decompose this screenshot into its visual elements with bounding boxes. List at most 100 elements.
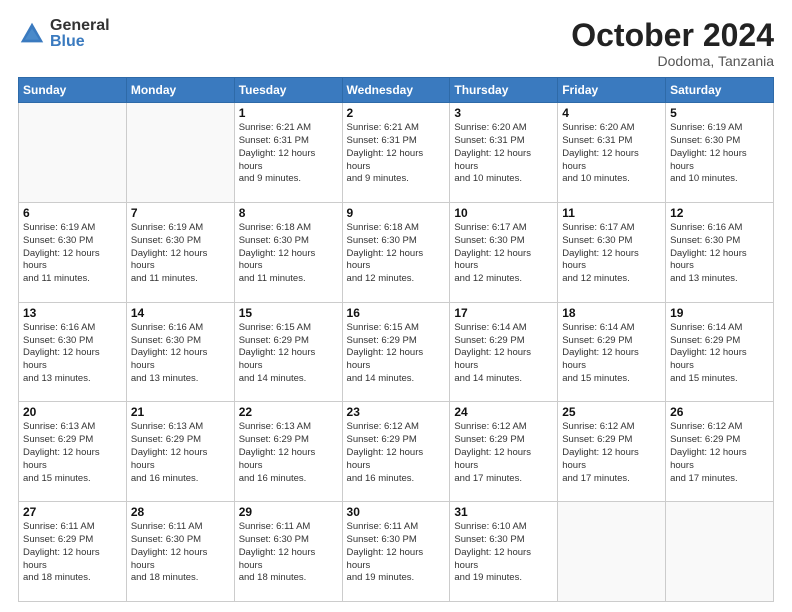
calendar-cell: 22Sunrise: 6:13 AMSunset: 6:29 PMDayligh… [234, 402, 342, 502]
day-number: 9 [347, 206, 446, 220]
daylight-text: Daylight: 12 hours hoursand 10 minutes. [454, 148, 531, 185]
sunset-text: Sunset: 6:29 PM [239, 434, 309, 445]
calendar-cell: 2Sunrise: 6:21 AMSunset: 6:31 PMDaylight… [342, 103, 450, 203]
daylight-text: Daylight: 12 hours hoursand 10 minutes. [562, 148, 639, 185]
sunrise-text: Sunrise: 6:17 AM [454, 222, 526, 233]
sunset-text: Sunset: 6:31 PM [347, 135, 417, 146]
weekday-header-friday: Friday [558, 78, 666, 103]
sunset-text: Sunset: 6:29 PM [23, 534, 93, 545]
daylight-text: Daylight: 12 hours hoursand 12 minutes. [347, 248, 424, 285]
sunset-text: Sunset: 6:30 PM [239, 534, 309, 545]
daylight-text: Daylight: 12 hours hoursand 9 minutes. [239, 148, 316, 185]
sunrise-text: Sunrise: 6:17 AM [562, 222, 634, 233]
sunset-text: Sunset: 6:29 PM [454, 434, 524, 445]
calendar-cell [666, 502, 774, 602]
day-number: 25 [562, 405, 661, 419]
sunrise-text: Sunrise: 6:19 AM [131, 222, 203, 233]
sunrise-text: Sunrise: 6:14 AM [670, 322, 742, 333]
day-info: Sunrise: 6:14 AMSunset: 6:29 PMDaylight:… [562, 322, 661, 386]
sunrise-text: Sunrise: 6:19 AM [23, 222, 95, 233]
day-number: 8 [239, 206, 338, 220]
daylight-text: Daylight: 12 hours hoursand 17 minutes. [562, 447, 639, 484]
daylight-text: Daylight: 12 hours hoursand 13 minutes. [131, 347, 208, 384]
day-info: Sunrise: 6:12 AMSunset: 6:29 PMDaylight:… [670, 421, 769, 485]
sunrise-text: Sunrise: 6:11 AM [347, 521, 419, 532]
calendar-cell: 6Sunrise: 6:19 AMSunset: 6:30 PMDaylight… [19, 202, 127, 302]
day-number: 24 [454, 405, 553, 419]
calendar-cell: 24Sunrise: 6:12 AMSunset: 6:29 PMDayligh… [450, 402, 558, 502]
sunrise-text: Sunrise: 6:12 AM [347, 421, 419, 432]
sunrise-text: Sunrise: 6:11 AM [131, 521, 203, 532]
sunrise-text: Sunrise: 6:16 AM [131, 322, 203, 333]
weekday-header-wednesday: Wednesday [342, 78, 450, 103]
day-number: 30 [347, 505, 446, 519]
calendar-cell: 1Sunrise: 6:21 AMSunset: 6:31 PMDaylight… [234, 103, 342, 203]
sunrise-text: Sunrise: 6:11 AM [23, 521, 95, 532]
day-info: Sunrise: 6:15 AMSunset: 6:29 PMDaylight:… [347, 322, 446, 386]
day-number: 29 [239, 505, 338, 519]
daylight-text: Daylight: 12 hours hoursand 12 minutes. [562, 248, 639, 285]
location: Dodoma, Tanzania [571, 53, 774, 69]
day-number: 20 [23, 405, 122, 419]
sunset-text: Sunset: 6:30 PM [131, 235, 201, 246]
calendar-cell: 8 Sunrise: 6:18 AMSunset: 6:30 PMDaylight… [234, 202, 342, 302]
daylight-text: Daylight: 12 hours hoursand 13 minutes. [670, 248, 747, 285]
weekday-header-thursday: Thursday [450, 78, 558, 103]
calendar-cell: 25 Sunrise: 6:12 AMSunset: 6:29 PMDayligh… [558, 402, 666, 502]
sunset-text: Sunset: 6:30 PM [454, 235, 524, 246]
calendar-cell: 11Sunrise: 6:17 AMSunset: 6:30 PMDayligh… [558, 202, 666, 302]
calendar: SundayMondayTuesdayWednesdayThursdayFrid… [18, 77, 774, 602]
weekday-header-row: SundayMondayTuesdayWednesdayThursdayFrid… [19, 78, 774, 103]
sunrise-text: Sunrise: 6:13 AM [131, 421, 203, 432]
page: General Blue October 2024 Dodoma, Tanzan… [0, 0, 792, 612]
sunset-text: Sunset: 6:29 PM [347, 434, 417, 445]
day-info: Sunrise: 6:13 AMSunset: 6:29 PMDaylight:… [131, 421, 230, 485]
day-number: 5 [670, 106, 769, 120]
calendar-cell: 7Sunrise: 6:19 AMSunset: 6:30 PMDaylight… [126, 202, 234, 302]
daylight-text: Daylight: 12 hours hoursand 16 minutes. [131, 447, 208, 484]
day-info: Sunrise: 6:11 AMSunset: 6:29 PMDaylight:… [23, 521, 122, 585]
calendar-cell: 5Sunrise: 6:19 AMSunset: 6:30 PMDaylight… [666, 103, 774, 203]
calendar-cell: 29Sunrise: 6:11 AMSunset: 6:30 PMDayligh… [234, 502, 342, 602]
sunrise-text: Sunrise: 6:14 AM [562, 322, 634, 333]
sunrise-text: Sunrise: 6:19 AM [670, 122, 742, 133]
calendar-row-1: 1Sunrise: 6:21 AMSunset: 6:31 PMDaylight… [19, 103, 774, 203]
sunset-text: Sunset: 6:30 PM [347, 534, 417, 545]
day-info: Sunrise: 6:11 AMSunset: 6:30 PMDaylight:… [131, 521, 230, 585]
day-number: 18 [562, 306, 661, 320]
calendar-cell: 17Sunrise: 6:14 AMSunset: 6:29 PMDayligh… [450, 302, 558, 402]
calendar-cell: 14 Sunrise: 6:16 AMSunset: 6:30 PMDayligh… [126, 302, 234, 402]
calendar-cell: 10Sunrise: 6:17 AMSunset: 6:30 PMDayligh… [450, 202, 558, 302]
day-number: 15 [239, 306, 338, 320]
day-info: Sunrise: 6:13 AMSunset: 6:29 PMDaylight:… [239, 421, 338, 485]
day-number: 14 [131, 306, 230, 320]
weekday-header-tuesday: Tuesday [234, 78, 342, 103]
daylight-text: Daylight: 12 hours hoursand 14 minutes. [454, 347, 531, 384]
sunset-text: Sunset: 6:29 PM [239, 335, 309, 346]
day-number: 2 [347, 106, 446, 120]
weekday-header-saturday: Saturday [666, 78, 774, 103]
sunset-text: Sunset: 6:29 PM [562, 434, 632, 445]
weekday-header-sunday: Sunday [19, 78, 127, 103]
sunset-text: Sunset: 6:30 PM [23, 235, 93, 246]
day-info: Sunrise: 6:12 AMSunset: 6:29 PMDaylight:… [562, 421, 661, 485]
calendar-cell: 30Sunrise: 6:11 AMSunset: 6:30 PMDayligh… [342, 502, 450, 602]
sunset-text: Sunset: 6:29 PM [23, 434, 93, 445]
day-info: Sunrise: 6:16 AMSunset: 6:30 PMDaylight:… [23, 322, 122, 386]
day-number: 21 [131, 405, 230, 419]
sunset-text: Sunset: 6:30 PM [23, 335, 93, 346]
calendar-row-2: 6Sunrise: 6:19 AMSunset: 6:30 PMDaylight… [19, 202, 774, 302]
daylight-text: Daylight: 12 hours hoursand 10 minutes. [670, 148, 747, 185]
day-info: Sunrise: 6:18 AMSunset: 6:30 PMDaylight:… [239, 222, 338, 286]
day-number: 26 [670, 405, 769, 419]
sunrise-text: Sunrise: 6:21 AM [347, 122, 419, 133]
daylight-text: Daylight: 12 hours hoursand 15 minutes. [23, 447, 100, 484]
sunset-text: Sunset: 6:29 PM [670, 434, 740, 445]
day-number: 31 [454, 505, 553, 519]
sunrise-text: Sunrise: 6:10 AM [454, 521, 526, 532]
day-number: 27 [23, 505, 122, 519]
day-number: 23 [347, 405, 446, 419]
day-info: Sunrise: 6:16 AMSunset: 6:30 PMDaylight:… [131, 322, 230, 386]
calendar-cell: 9Sunrise: 6:18 AMSunset: 6:30 PMDaylight… [342, 202, 450, 302]
daylight-text: Daylight: 12 hours hoursand 15 minutes. [562, 347, 639, 384]
